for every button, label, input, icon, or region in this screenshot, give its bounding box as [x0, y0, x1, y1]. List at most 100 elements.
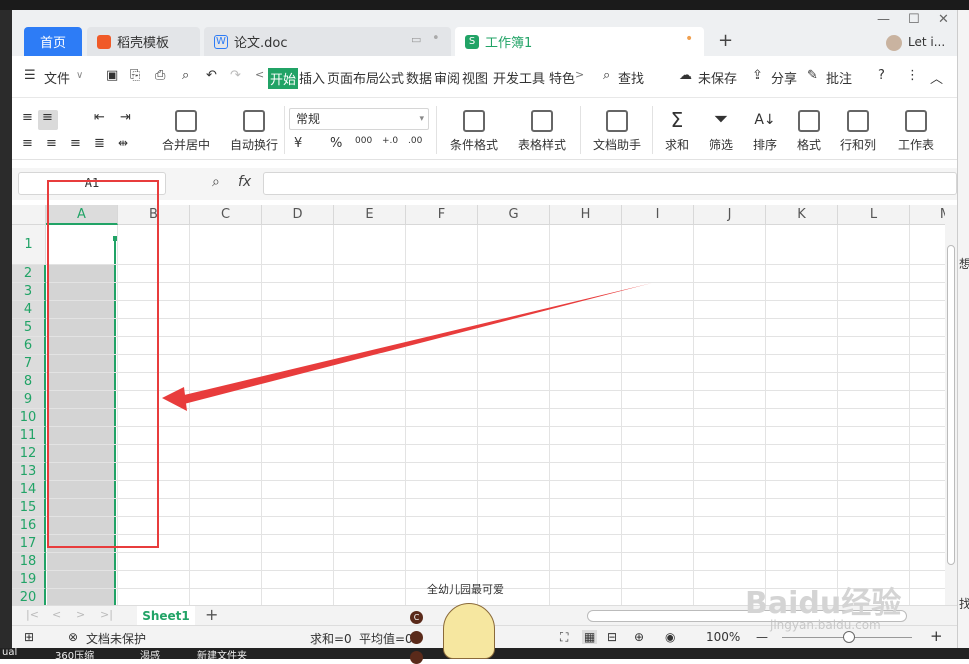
page-break-icon[interactable]: ⊟: [607, 630, 617, 644]
more-arrow-icon[interactable]: <: [255, 68, 264, 81]
last-sheet-icon[interactable]: >|: [100, 608, 113, 621]
text-center-icon[interactable]: ≡: [46, 136, 57, 151]
row-header-11[interactable]: 11: [12, 427, 46, 445]
sum-button[interactable]: Σ 求和: [658, 110, 696, 153]
tab-doc[interactable]: W 论文.doc ▭ •: [204, 27, 451, 56]
fullscreen-icon[interactable]: ⛶: [560, 630, 568, 645]
menu-data[interactable]: 数据: [406, 68, 432, 87]
increase-decimal-icon[interactable]: +.0: [382, 136, 398, 146]
row-header-9[interactable]: 9: [12, 391, 46, 409]
text-left-icon[interactable]: ≡: [22, 136, 33, 151]
row-header-13[interactable]: 13: [12, 463, 46, 481]
taskbar-item-3[interactable]: 渴感: [140, 648, 160, 659]
column-header-h[interactable]: H: [550, 205, 622, 225]
select-all-corner[interactable]: [12, 205, 46, 225]
taskbar-item-4[interactable]: 新建文件夹: [197, 648, 247, 659]
eye-icon[interactable]: ◉: [665, 630, 675, 644]
align-left-icon[interactable]: ≡: [22, 110, 33, 125]
zoom-level[interactable]: 100%: [706, 630, 740, 644]
save-icon[interactable]: ▣: [106, 68, 118, 83]
protect-status[interactable]: 文档未保护: [86, 630, 146, 647]
row-header-8[interactable]: 8: [12, 373, 46, 391]
share-button[interactable]: 分享: [771, 68, 797, 87]
menu-formula[interactable]: 公式: [378, 68, 404, 87]
sort-button[interactable]: A↓ 排序: [746, 110, 784, 153]
more-icon[interactable]: ⋮: [906, 68, 919, 83]
currency-icon[interactable]: ¥: [294, 136, 302, 151]
indent-decrease-icon[interactable]: ⇤: [94, 110, 105, 125]
unsaved-status[interactable]: 未保存: [698, 68, 737, 87]
menu-special[interactable]: 特色: [549, 68, 575, 87]
prev-sheet-icon[interactable]: <: [52, 608, 61, 621]
print-icon[interactable]: ⎙: [155, 68, 165, 83]
tab-home[interactable]: 首页: [24, 27, 82, 56]
reading-mode-icon[interactable]: ⊕: [634, 630, 644, 644]
conditional-format-button[interactable]: 条件格式: [442, 110, 506, 153]
comment-button[interactable]: 批注: [826, 68, 852, 87]
menu-view[interactable]: 视图: [462, 68, 488, 87]
menu-file[interactable]: 文件: [44, 68, 70, 87]
user-name[interactable]: Let i...: [908, 35, 945, 49]
doc-helper-button[interactable]: 文档助手: [588, 110, 646, 153]
close-icon[interactable]: ✕: [938, 12, 949, 27]
column-header-k[interactable]: K: [766, 205, 838, 225]
text-right-icon[interactable]: ≡: [70, 136, 81, 151]
column-header-e[interactable]: E: [334, 205, 406, 225]
minimize-icon[interactable]: —: [877, 12, 890, 27]
row-header-18[interactable]: 18: [12, 553, 46, 571]
sheet-tab[interactable]: Sheet1: [137, 606, 195, 626]
maximize-icon[interactable]: ☐: [908, 12, 920, 27]
percent-icon[interactable]: %: [330, 136, 342, 151]
menu-page-layout[interactable]: 页面布局: [327, 68, 379, 87]
fx-icon[interactable]: fx: [238, 174, 251, 190]
menu-start[interactable]: 开始: [268, 68, 299, 89]
help-icon[interactable]: ?: [878, 68, 885, 83]
menu-review[interactable]: 审阅: [434, 68, 460, 87]
menu-insert[interactable]: 插入: [299, 68, 325, 87]
normal-view-icon[interactable]: ▦: [582, 630, 598, 644]
row-header-20[interactable]: 20: [12, 589, 46, 605]
wrap-text-button[interactable]: 自动换行: [222, 110, 286, 153]
taskbar-item-1[interactable]: ual: [2, 648, 17, 658]
row-header-17[interactable]: 17: [12, 535, 46, 553]
undo-icon[interactable]: ↶: [206, 68, 217, 83]
merge-center-button[interactable]: 合并居中: [154, 110, 218, 153]
column-header-m[interactable]: M: [910, 205, 945, 225]
menu-developer[interactable]: 开发工具: [493, 68, 545, 87]
column-header-f[interactable]: F: [406, 205, 478, 225]
row-header-4[interactable]: 4: [12, 301, 46, 319]
column-header-i[interactable]: I: [622, 205, 694, 225]
number-format-select[interactable]: 常规 ▾: [289, 108, 429, 130]
thousands-icon[interactable]: 000: [355, 136, 372, 146]
export-icon[interactable]: ⎘: [130, 68, 140, 83]
add-sheet-icon[interactable]: +: [205, 605, 218, 624]
formula-input[interactable]: [263, 172, 957, 195]
more-arrow-right-icon[interactable]: >: [575, 68, 584, 81]
next-sheet-icon[interactable]: >: [76, 608, 85, 621]
avatar[interactable]: [886, 35, 902, 51]
column-header-g[interactable]: G: [478, 205, 550, 225]
row-header-6[interactable]: 6: [12, 337, 46, 355]
distribute-icon[interactable]: ⇹: [118, 136, 128, 150]
chevron-down-icon[interactable]: ∨: [76, 70, 83, 81]
monitor-icon[interactable]: ▭: [411, 33, 421, 46]
redo-icon[interactable]: ↷: [230, 68, 241, 83]
sheet-status-icon[interactable]: ⊞: [24, 630, 34, 644]
row-header-10[interactable]: 10: [12, 409, 46, 427]
tab-workbook[interactable]: S 工作簿1 •: [455, 27, 704, 56]
cloud-icon[interactable]: ☁: [679, 68, 692, 83]
row-header-3[interactable]: 3: [12, 283, 46, 301]
search-icon[interactable]: ⌕: [603, 68, 610, 83]
collapse-ribbon-icon[interactable]: ︿: [930, 68, 943, 87]
row-header-2[interactable]: 2: [12, 265, 46, 283]
row-header-1[interactable]: 1: [12, 225, 46, 265]
row-header-5[interactable]: 5: [12, 319, 46, 337]
first-sheet-icon[interactable]: |<: [26, 608, 39, 621]
indent-increase-icon[interactable]: ⇥: [120, 110, 131, 125]
column-header-j[interactable]: J: [694, 205, 766, 225]
share-icon[interactable]: ⇪: [752, 68, 763, 83]
comment-icon[interactable]: ✎: [807, 68, 818, 83]
row-header-14[interactable]: 14: [12, 481, 46, 499]
column-header-d[interactable]: D: [262, 205, 334, 225]
menu-search[interactable]: 查找: [618, 68, 644, 87]
